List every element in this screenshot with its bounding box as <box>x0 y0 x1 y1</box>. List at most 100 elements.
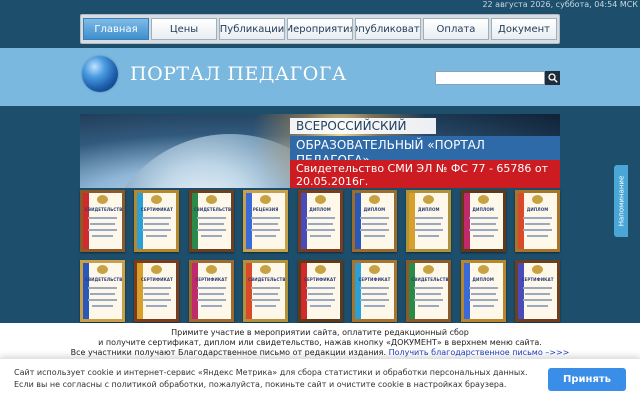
text-line <box>414 299 444 301</box>
certificate-stripe <box>300 193 307 249</box>
globe-icon[interactable] <box>82 56 118 92</box>
text-line <box>142 287 172 289</box>
certificate-thumbnail[interactable]: ДИПЛОМ <box>460 190 506 252</box>
text-line <box>470 293 496 295</box>
info-block: Примите участие в мероприятии сайта, опл… <box>0 323 640 358</box>
emblem-icon <box>423 195 435 204</box>
certificate-thumbnail[interactable]: РЕЦЕНЗИЯ <box>243 190 289 252</box>
certificate-thumbnail[interactable]: СВИДЕТЕЛЬСТВО <box>80 260 125 322</box>
text-line <box>142 217 172 219</box>
text-line <box>88 217 117 219</box>
text-line <box>470 223 496 225</box>
nav-item-events[interactable]: Мероприятия <box>287 18 353 40</box>
certificate-stripe <box>463 263 470 319</box>
certificate-thumbnail[interactable]: СЕРТИФИКАТ <box>351 260 397 322</box>
text-line <box>361 223 387 225</box>
certificate-thumbnail[interactable]: СВИДЕТЕЛЬСТВО <box>80 190 125 252</box>
info-line-3: Все участники получают Благодарственное … <box>0 348 640 358</box>
nav-item-home[interactable]: Главная <box>83 18 149 40</box>
reminder-tab[interactable]: Напоминание <box>614 165 628 237</box>
certificate-thumbnail[interactable]: СЕРТИФИКАТ <box>515 260 560 322</box>
accept-cookie-button[interactable]: Принять <box>548 368 626 391</box>
emblem-icon <box>368 195 380 204</box>
certificate-title: СЕРТИФИКАТ <box>303 277 337 282</box>
certificate-thumbnail[interactable]: ДИПЛОМ <box>460 260 506 322</box>
certificate-thumbnail[interactable]: ДИПЛОМ <box>297 190 343 252</box>
text-line <box>523 299 552 301</box>
certificate-thumbnail[interactable]: ДИПЛОМ <box>406 190 452 252</box>
nav-item-publish[interactable]: Опубликовать <box>355 18 421 40</box>
certificate-title: СЕРТИФИКАТ <box>195 277 228 282</box>
hero-line-3: Свидетельство СМИ ЭЛ № ФС 77 - 65786 от … <box>290 160 560 188</box>
text-line <box>523 217 552 219</box>
text-line <box>414 229 444 231</box>
thank-you-letter-link[interactable]: Получить благодарственное письмо –>>> <box>389 348 570 357</box>
emblem-icon <box>314 195 326 204</box>
text-line <box>255 305 277 307</box>
certificate-stripe <box>463 193 470 249</box>
text-line <box>90 293 115 295</box>
search-button[interactable] <box>545 71 560 85</box>
nav-item-publications[interactable]: Публикации <box>219 18 285 40</box>
text-line <box>414 287 444 289</box>
text-line <box>527 305 548 307</box>
nav-item-payment[interactable]: Оплата <box>423 18 489 40</box>
certificate-thumbnail[interactable]: СВИДЕТЕЛЬСТВО <box>243 260 289 322</box>
certificate-stripe <box>191 263 198 319</box>
certificate-thumbnail[interactable]: СЕРТИФИКАТ <box>134 190 180 252</box>
certificate-stripe <box>300 263 307 319</box>
text-line <box>414 217 444 219</box>
certificate-stripe <box>354 193 361 249</box>
certificate-title: ДИПЛОМ <box>417 207 440 212</box>
text-line <box>359 217 389 219</box>
nav-item-document[interactable]: Документ <box>491 18 557 40</box>
certificate-thumbnail[interactable]: СЕРТИФИКАТ <box>188 260 234 322</box>
datetime: 22 августа 2026, суббота, 04:54 МСК <box>482 0 638 9</box>
certificate-thumbnail[interactable]: СВИДЕТЕЛЬСТВО <box>406 260 452 322</box>
text-line <box>251 299 281 301</box>
certificate-title: РЕЦЕНЗИЯ <box>252 207 279 212</box>
text-line <box>468 229 498 231</box>
certificate-title: СВИДЕТЕЛЬСТВО <box>248 277 289 282</box>
certificate-stripe <box>354 263 361 319</box>
certificate-stripe <box>137 263 144 319</box>
certificate-stripe <box>137 193 144 249</box>
emblem-icon <box>97 265 108 274</box>
text-line <box>523 229 552 231</box>
text-line <box>307 223 333 225</box>
reminder-tab-label: Напоминание <box>617 175 626 227</box>
search-input[interactable] <box>435 71 545 85</box>
text-line <box>92 235 113 237</box>
certificate-thumbnail[interactable]: СЕРТИФИКАТ <box>134 260 180 322</box>
text-line <box>305 217 335 219</box>
text-line <box>196 229 226 231</box>
certificate-thumbnail[interactable]: СЕРТИФИКАТ <box>297 260 343 322</box>
certificate-thumbnail[interactable]: ДИПЛОМ <box>351 190 397 252</box>
certificate-thumbnail[interactable]: ДИПЛОМ <box>515 190 560 252</box>
certificate-title: ДИПЛОМ <box>526 207 549 212</box>
certificate-thumbnail[interactable]: СВИДЕТЕЛЬСТВО <box>188 190 234 252</box>
text-line <box>472 305 494 307</box>
emblem-icon <box>477 265 489 274</box>
text-line <box>359 287 389 289</box>
site-title[interactable]: ПОРТАЛ ПЕДАГОГА <box>130 63 347 85</box>
emblem-icon <box>260 195 272 204</box>
certificate-title: СВИДЕТЕЛЬСТВО <box>193 207 234 212</box>
emblem-icon <box>368 265 380 274</box>
text-line <box>418 235 440 237</box>
nav-item-prices[interactable]: Цены <box>151 18 217 40</box>
certificate-title: СВИДЕТЕЛЬСТВО <box>411 277 452 282</box>
emblem-icon <box>532 265 543 274</box>
emblem-icon <box>151 195 163 204</box>
emblem-icon <box>477 195 489 204</box>
text-line <box>198 223 224 225</box>
text-line <box>255 235 277 237</box>
certificate-title: СЕРТИФИКАТ <box>521 277 554 282</box>
emblem-icon <box>423 265 435 274</box>
emblem-icon <box>97 195 108 204</box>
certificate-stripe <box>191 193 198 249</box>
emblem-icon <box>205 195 217 204</box>
info-line-2: и получите сертификат, диплом или свидет… <box>98 338 542 347</box>
text-line <box>418 305 440 307</box>
certificate-title: ДИПЛОМ <box>472 277 494 282</box>
